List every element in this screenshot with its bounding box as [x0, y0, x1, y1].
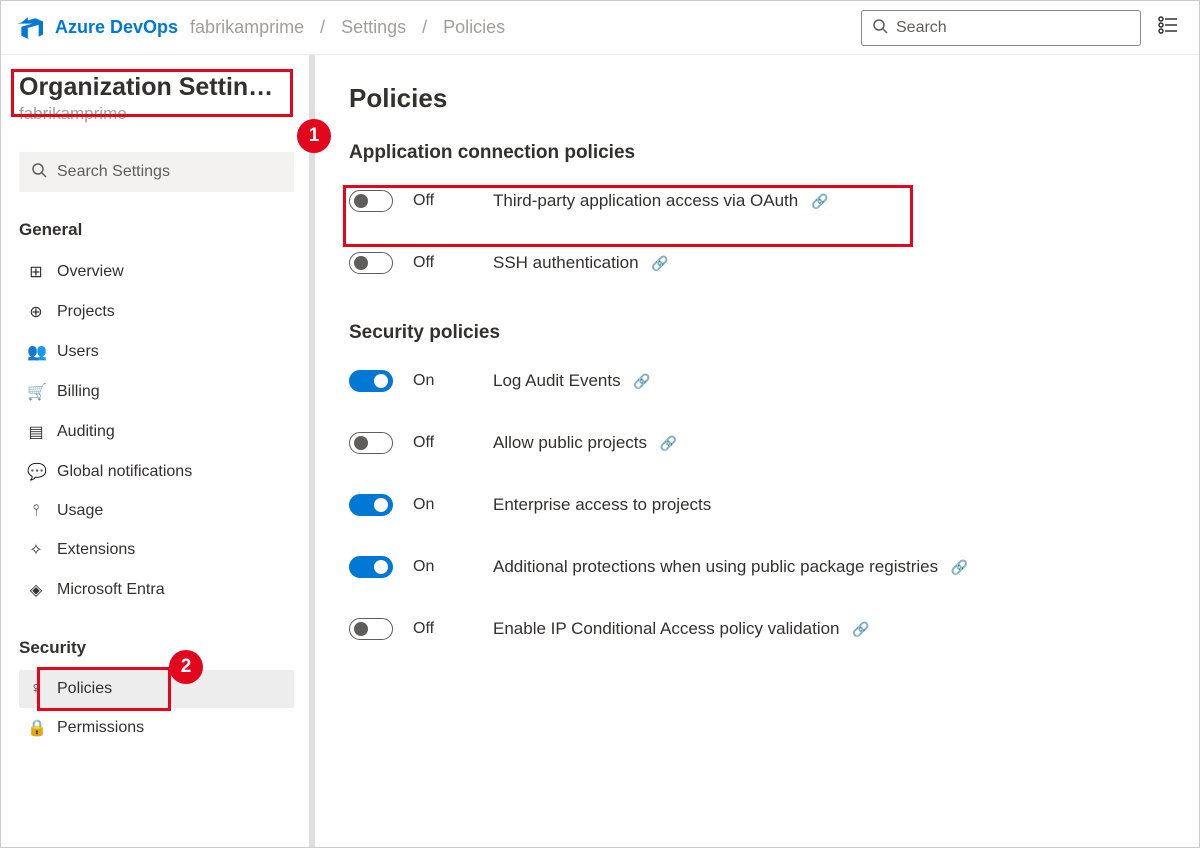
sidebar-item-permissions[interactable]: 🔒 Permissions	[19, 708, 294, 748]
policy-label: Enable IP Conditional Access policy vali…	[493, 619, 870, 639]
sidebar-item-policies[interactable]: ♀ Policies	[19, 670, 294, 708]
sidebar-item-label: Extensions	[57, 541, 135, 559]
policy-label: Enterprise access to projects	[493, 495, 711, 515]
breadcrumb-policies[interactable]: Policies	[443, 17, 505, 38]
cart-icon: 🛒	[27, 382, 45, 402]
settings-list-icon[interactable]	[1153, 10, 1183, 46]
toggle-state: Off	[413, 620, 473, 638]
policy-row-log-audit: On Log Audit Events 🔗	[349, 350, 1163, 412]
sidebar-item-label: Global notifications	[57, 463, 192, 481]
toggle-state: Off	[413, 192, 473, 210]
link-icon[interactable]: 🔗	[651, 255, 668, 271]
sidebar-item-extensions[interactable]: ✧ Extensions	[19, 530, 294, 570]
grid-icon: ⊞	[27, 262, 45, 282]
chart-icon: ⫯	[27, 502, 45, 520]
toggle-state: On	[413, 558, 473, 576]
sidebar-item-label: Projects	[57, 303, 115, 321]
link-icon[interactable]: 🔗	[951, 559, 968, 575]
list-icon: ▤	[27, 422, 45, 442]
sidebar-item-users[interactable]: 👥 Users	[19, 332, 294, 372]
sidebar-item-label: Policies	[57, 680, 112, 698]
bulb-icon: ♀	[27, 680, 45, 698]
toggle-state: On	[413, 372, 473, 390]
main-title: Policies	[349, 83, 1163, 114]
search-icon	[31, 162, 47, 183]
callout-badge-2: 2	[169, 650, 203, 684]
sidebar-item-label: Billing	[57, 383, 100, 401]
search-icon	[872, 18, 888, 37]
lock-icon: 🔒	[27, 718, 45, 738]
sidebar-item-billing[interactable]: 🛒 Billing	[19, 372, 294, 412]
sidebar-item-label: Microsoft Entra	[57, 581, 165, 599]
main-content: 3 Policies Application connection polici…	[313, 55, 1199, 847]
org-name: fabrikamprime	[19, 104, 294, 124]
toggle-log-audit[interactable]	[349, 370, 393, 392]
link-icon[interactable]: 🔗	[811, 193, 828, 209]
toggle-state: Off	[413, 254, 473, 272]
brand-link[interactable]: Azure DevOps	[55, 17, 178, 38]
breadcrumb-separator: /	[320, 17, 325, 38]
global-search[interactable]	[861, 10, 1141, 46]
top-header: Azure DevOps fabrikamprime / Settings / …	[1, 1, 1199, 55]
sidebar-section-security: Security	[19, 638, 294, 658]
sidebar-item-projects[interactable]: ⊕ Projects	[19, 292, 294, 332]
policy-row-ssh: Off SSH authentication 🔗	[349, 232, 1163, 294]
sidebar-item-overview[interactable]: ⊞ Overview	[19, 252, 294, 292]
azure-devops-logo-icon	[17, 15, 43, 41]
sidebar-item-usage[interactable]: ⫯ Usage	[19, 492, 294, 530]
group-heading-security: Security policies	[349, 322, 1163, 344]
policy-row-enterprise-access: On Enterprise access to projects	[349, 474, 1163, 536]
diamond-icon: ◈	[27, 580, 45, 600]
toggle-package-registries[interactable]	[349, 556, 393, 578]
global-search-input[interactable]	[896, 19, 1130, 37]
policy-label: Third-party application access via OAuth…	[493, 191, 828, 211]
policy-label: Log Audit Events 🔗	[493, 371, 651, 391]
toggle-oauth[interactable]	[349, 190, 393, 212]
policy-row-package-registries: On Additional protections when using pub…	[349, 536, 1163, 598]
policy-row-ip-conditional: Off Enable IP Conditional Access policy …	[349, 598, 1163, 660]
policy-label: Allow public projects 🔗	[493, 433, 677, 453]
link-icon[interactable]: 🔗	[660, 435, 677, 451]
toggle-state: On	[413, 496, 473, 514]
sidebar-section-general: General	[19, 220, 294, 240]
settings-search[interactable]	[19, 152, 294, 192]
sidebar-item-auditing[interactable]: ▤ Auditing	[19, 412, 294, 452]
sidebar-item-microsoft-entra[interactable]: ◈ Microsoft Entra	[19, 570, 294, 610]
sidebar: 1 Organization Settin… fabrikamprime Gen…	[1, 55, 313, 847]
sidebar-item-label: Permissions	[57, 719, 144, 737]
users-icon: 👥	[27, 342, 45, 362]
chat-icon: 💬	[27, 462, 45, 482]
breadcrumb-settings[interactable]: Settings	[341, 17, 406, 38]
policy-row-public-projects: Off Allow public projects 🔗	[349, 412, 1163, 474]
page-title: Organization Settin…	[19, 73, 294, 102]
settings-search-input[interactable]	[57, 163, 282, 181]
sidebar-item-label: Users	[57, 343, 99, 361]
policy-label: SSH authentication 🔗	[493, 253, 669, 273]
toggle-public-projects[interactable]	[349, 432, 393, 454]
callout-badge-1: 1	[297, 119, 331, 153]
sidebar-item-label: Usage	[57, 502, 103, 520]
link-icon[interactable]: 🔗	[633, 373, 650, 389]
toggle-enterprise-access[interactable]	[349, 494, 393, 516]
sidebar-item-global-notifications[interactable]: 💬 Global notifications	[19, 452, 294, 492]
link-icon[interactable]: 🔗	[852, 621, 869, 637]
breadcrumb-org[interactable]: fabrikamprime	[190, 17, 304, 38]
toggle-ssh[interactable]	[349, 252, 393, 274]
toggle-state: Off	[413, 434, 473, 452]
breadcrumb-separator: /	[422, 17, 427, 38]
toggle-ip-conditional[interactable]	[349, 618, 393, 640]
group-heading-app-connection: Application connection policies	[349, 142, 1163, 164]
sidebar-item-label: Overview	[57, 263, 124, 281]
policy-label: Additional protections when using public…	[493, 557, 968, 577]
sidebar-item-label: Auditing	[57, 423, 115, 441]
puzzle-icon: ✧	[27, 540, 45, 560]
plus-box-icon: ⊕	[27, 302, 45, 322]
policy-row-oauth: Off Third-party application access via O…	[349, 170, 1163, 232]
